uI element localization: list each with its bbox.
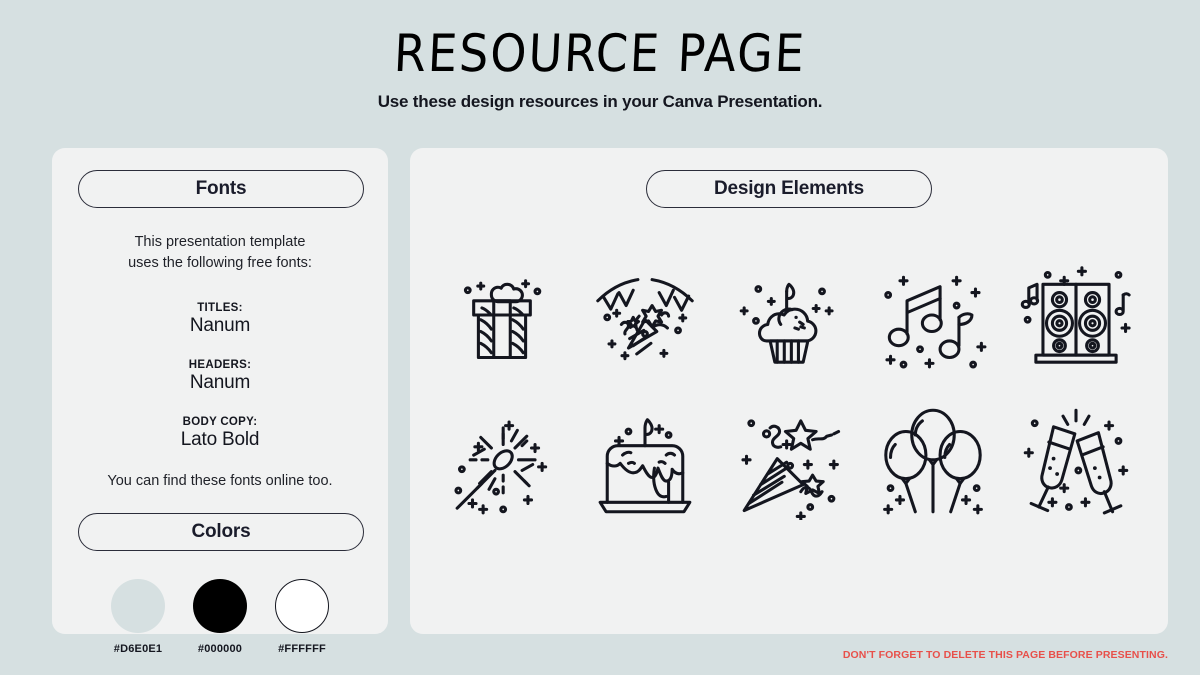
color-swatch-item-2[interactable]: #000000 bbox=[193, 579, 247, 655]
font-label-titles: TITLES: bbox=[197, 302, 243, 315]
design-elements-heading-label: Design Elements bbox=[713, 178, 865, 199]
cupcake-candle-icon[interactable] bbox=[728, 254, 850, 376]
fonts-heading-pill[interactable]: Fonts bbox=[78, 170, 364, 208]
font-label-body-copy: BODY COPY: bbox=[182, 416, 258, 429]
party-popper-icon[interactable] bbox=[728, 400, 850, 522]
font-value-body-copy: Lato Bold bbox=[180, 429, 260, 451]
delete-page-warning: DON'T FORGET TO DELETE THIS PAGE BEFORE … bbox=[842, 649, 1168, 661]
colors-heading-pill[interactable]: Colors bbox=[78, 513, 364, 552]
color-swatch-circle-1 bbox=[111, 579, 165, 634]
font-entry-headers: HEADERS: Nanum bbox=[78, 359, 362, 394]
color-swatch-item-1[interactable]: #D6E0E1 bbox=[111, 579, 165, 655]
color-swatch-circle-3 bbox=[275, 579, 329, 634]
design-elements-heading-pill[interactable]: Design Elements bbox=[646, 170, 932, 208]
design-elements-panel: Design Elements bbox=[410, 148, 1168, 634]
design-elements-grid bbox=[430, 242, 1148, 534]
fonts-intro-line-1: This presentation template bbox=[134, 234, 306, 250]
color-swatch-hex-2: #000000 bbox=[197, 643, 243, 656]
font-entry-body-copy: BODY COPY: Lato Bold bbox=[78, 416, 362, 451]
color-swatch-row: #D6E0E1 #000000 #FFFFFF bbox=[78, 579, 362, 655]
color-swatch-hex-1: #D6E0E1 bbox=[113, 643, 163, 656]
music-notes-icon[interactable] bbox=[872, 254, 994, 376]
font-entry-titles: TITLES: Nanum bbox=[78, 302, 362, 337]
fonts-footer-text: You can find these fonts online too. bbox=[107, 473, 333, 490]
font-value-titles: Nanum bbox=[189, 315, 251, 337]
page-subtitle: Use these design resources in your Canva… bbox=[377, 92, 823, 111]
birthday-cake-icon[interactable] bbox=[584, 400, 706, 522]
page-header: RESOURCE PAGE Use these design resources… bbox=[0, 0, 1200, 112]
party-bunting-popper-icon[interactable] bbox=[584, 254, 706, 376]
fonts-colors-panel: Fonts This presentation template uses th… bbox=[52, 148, 388, 655]
content-area: Fonts This presentation template uses th… bbox=[52, 148, 1168, 655]
balloons-icon[interactable] bbox=[872, 400, 994, 522]
champagne-glasses-icon[interactable] bbox=[1015, 400, 1137, 522]
font-value-headers: Nanum bbox=[189, 372, 251, 394]
color-swatch-hex-3: #FFFFFF bbox=[278, 643, 326, 656]
fonts-intro-line-2: uses the following free fonts: bbox=[128, 255, 312, 272]
colors-heading-label: Colors bbox=[191, 521, 251, 543]
color-swatch-item-3[interactable]: #FFFFFF bbox=[275, 579, 329, 655]
sparkler-icon[interactable] bbox=[441, 400, 563, 522]
colors-section: Colors #D6E0E1 #000000 #FFFFFF bbox=[78, 513, 364, 655]
font-label-headers: HEADERS: bbox=[188, 359, 252, 372]
gift-box-icon[interactable] bbox=[441, 254, 563, 376]
speakers-icon[interactable] bbox=[1015, 254, 1137, 376]
fonts-intro-text: This presentation template uses the foll… bbox=[78, 232, 362, 274]
page-title: RESOURCE PAGE bbox=[392, 22, 808, 84]
color-swatch-circle-2 bbox=[193, 579, 247, 634]
fonts-heading-label: Fonts bbox=[195, 178, 247, 199]
